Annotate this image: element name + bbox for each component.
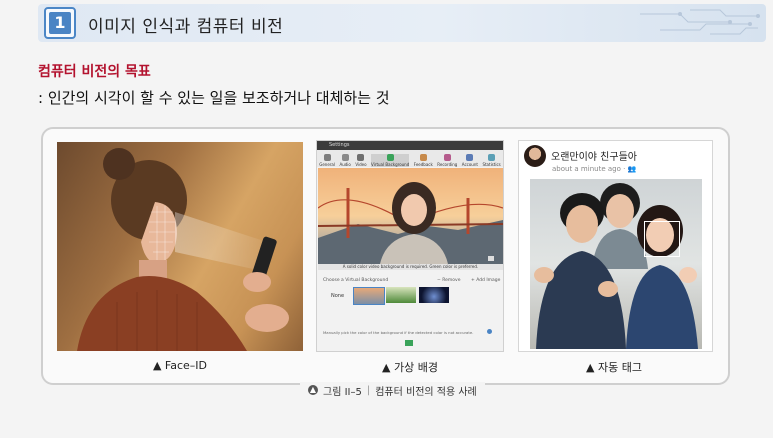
virtual-background-settings-window: Settings General Audio Video Virtual Bac…: [316, 140, 504, 352]
background-footnote: Manually pick the color of the backgroun…: [323, 330, 474, 335]
settings-title-bar: Settings: [317, 141, 503, 150]
page-title: 이미지 인식과 컴퓨터 비전: [88, 17, 284, 37]
remove-button[interactable]: − Remove: [437, 278, 460, 283]
post-author-name[interactable]: 오랜만이야 친구들아: [551, 148, 637, 163]
slide: 1 이미지 인식과 컴퓨터 비전 컴퓨터 비전의 목표 : 인간의 시각이 할 …: [0, 0, 773, 438]
background-thumb-grass[interactable]: [386, 287, 416, 303]
virtual-background-preview: [318, 168, 503, 264]
caption-face-id: ▲ Face–ID: [152, 359, 208, 372]
background-thumb-bridge[interactable]: [353, 287, 385, 305]
avatar[interactable]: [524, 145, 546, 167]
caption-auto-tag: ▲ 자동 태그: [586, 361, 642, 374]
choose-background-label: Choose a Virtual Background: [323, 278, 389, 283]
figure-separator: |: [366, 384, 371, 396]
settings-tabs: General Audio Video Virtual Background F…: [317, 150, 503, 167]
auto-tag-post: 오랜만이야 친구들아 about a minute ago · 👥: [518, 140, 713, 352]
group-photo: [530, 179, 702, 349]
tab-audio[interactable]: Audio: [339, 154, 351, 167]
section-description: : 인간의 시각이 할 수 있는 일을 보조하거나 대체하는 것: [38, 89, 390, 107]
caption-virtual-background: ▲ 가상 배경: [382, 361, 438, 374]
face-tag-box[interactable]: [644, 221, 680, 257]
section-title: 컴퓨터 비전의 목표: [38, 64, 151, 80]
tab-feedback[interactable]: Feedback: [414, 154, 433, 167]
green-color-swatch[interactable]: [405, 340, 413, 346]
tab-account[interactable]: Account: [462, 154, 478, 167]
arrow-up-circle-icon: ▲: [308, 385, 318, 395]
chip-number-badge: 1: [44, 7, 76, 39]
figure-caption: ▲ 그림 II–5 | 컴퓨터 비전의 적용 사례: [300, 382, 485, 398]
circuit-decoration-icon: [640, 9, 760, 35]
tab-statistics[interactable]: Statistics: [482, 154, 501, 167]
figure-label: 그림 II–5: [323, 386, 362, 398]
friends-icon: 👥: [627, 165, 637, 173]
tab-recording[interactable]: Recording: [437, 154, 457, 167]
group-photo-illustration: [534, 183, 698, 349]
header-bar: 1 이미지 인식과 컴퓨터 비전: [38, 4, 766, 42]
post-time: about a minute ago · 👥: [552, 165, 637, 173]
figure-caption-text: 컴퓨터 비전의 적용 사례: [375, 386, 477, 398]
background-thumb-space[interactable]: [419, 287, 449, 303]
tab-video[interactable]: Video: [355, 154, 367, 167]
face-id-illustration: [77, 148, 289, 351]
color-picker-icon[interactable]: [487, 329, 492, 334]
add-image-button[interactable]: + Add Image: [471, 278, 500, 283]
tab-general[interactable]: General: [319, 154, 335, 167]
section-number: 1: [49, 12, 71, 34]
notice-text: A solid color video background is requir…: [318, 264, 503, 270]
none-option[interactable]: None: [331, 293, 344, 299]
face-id-photo: [57, 142, 303, 351]
tab-virtual-background[interactable]: Virtual Background: [371, 154, 410, 167]
